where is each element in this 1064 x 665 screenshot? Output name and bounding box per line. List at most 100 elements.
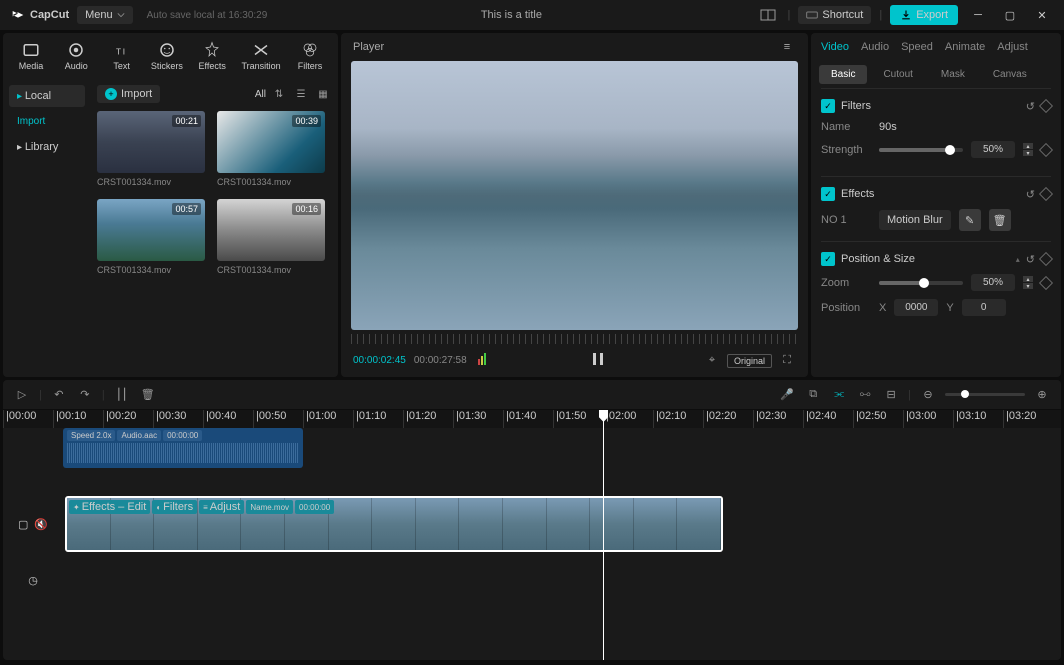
grid-view-icon[interactable]: ▦ <box>314 89 332 100</box>
maximize-button[interactable]: ▢ <box>998 9 1022 22</box>
media-thumb[interactable]: 00:21CRST001334.mov <box>97 111 205 187</box>
tab-transition[interactable]: Transition <box>238 39 285 73</box>
delete-icon[interactable]: 🗑 <box>139 388 157 401</box>
timeline-panel: ▷ | ↶ ↷ | ⎮⎮ 🗑 🎤 ⧉ ⫘ ⧟ ⊟ | ⊖ ⊕ |00:00|00… <box>3 380 1061 660</box>
tab-media[interactable]: Media <box>11 39 51 73</box>
current-time: 00:00:02:45 <box>353 355 406 366</box>
original-button[interactable]: Original <box>727 354 772 368</box>
clip-adjust-badge[interactable]: ≡ Adjust <box>199 500 244 514</box>
tab-stickers[interactable]: Stickers <box>147 39 187 73</box>
x-value[interactable]: 0000 <box>894 299 938 316</box>
subtab-mask[interactable]: Mask <box>929 65 977 84</box>
sidebar-local[interactable]: ▸ Local <box>9 85 85 107</box>
edit-effect-icon[interactable]: ✎ <box>959 209 981 231</box>
keyframe-icon[interactable] <box>1039 142 1053 156</box>
tab-speed[interactable]: Speed <box>901 41 933 53</box>
keyframe-icon[interactable] <box>1039 252 1053 266</box>
minimize-button[interactable]: ─ <box>966 9 990 21</box>
strength-stepper[interactable]: ▴▾ <box>1023 143 1033 156</box>
tab-effects[interactable]: Effects <box>192 39 232 73</box>
reset-icon[interactable]: ↺ <box>1026 253 1035 266</box>
video-clip[interactable]: ✦ Effects – Edit ◐ Filters ≡ Adjust Name… <box>65 496 723 552</box>
player-menu-icon[interactable]: ≡ <box>778 41 796 53</box>
sort-icon[interactable]: ⇅ <box>270 89 288 100</box>
keyframe-icon[interactable] <box>1039 99 1053 113</box>
audio-clip[interactable]: Speed 2.0x Audio.aac 00:00:00 <box>63 428 303 468</box>
media-thumb[interactable]: 00:16CRST001334.mov <box>217 199 325 275</box>
close-button[interactable]: ✕ <box>1030 9 1054 22</box>
timeline-zoom-slider[interactable] <box>945 393 1025 396</box>
subtab-canvas[interactable]: Canvas <box>981 65 1039 84</box>
menu-button[interactable]: Menu <box>77 6 133 24</box>
strength-slider[interactable] <box>879 148 963 152</box>
tab-text[interactable]: TIText <box>102 39 142 73</box>
align-icon[interactable]: ⊟ <box>882 388 900 401</box>
sidebar-import[interactable]: Import <box>9 111 85 132</box>
effects-title: Effects <box>841 188 1020 200</box>
link-icon[interactable]: ⧉ <box>804 388 822 401</box>
player-panel: Player ≡ 00:00:02:45 00:00:27:58 ⌖ Origi… <box>341 33 808 377</box>
pause-button[interactable] <box>589 352 607 369</box>
mic-icon[interactable]: 🎤 <box>778 388 796 401</box>
svg-text:I: I <box>122 48 124 57</box>
tab-animate[interactable]: Animate <box>945 41 985 53</box>
clip-effects-badge[interactable]: ✦ Effects – Edit <box>69 500 150 514</box>
strength-value[interactable]: 50% <box>971 141 1015 158</box>
zoom-in-icon[interactable]: ⊕ <box>1033 388 1051 401</box>
zoom-slider[interactable] <box>879 281 963 285</box>
keyframe-icon[interactable] <box>1039 187 1053 201</box>
list-view-icon[interactable]: ☰ <box>292 89 310 100</box>
magnet-icon[interactable]: ⫘ <box>830 388 848 401</box>
redo-icon[interactable]: ↷ <box>76 388 94 401</box>
shortcut-button[interactable]: Shortcut <box>798 6 871 24</box>
zoom-value[interactable]: 50% <box>971 274 1015 291</box>
tab-video[interactable]: Video <box>821 41 849 53</box>
levels-icon[interactable] <box>475 353 493 368</box>
tab-filters[interactable]: Filters <box>290 39 330 73</box>
position-checkbox[interactable]: ✓ <box>821 252 835 266</box>
delete-effect-icon[interactable]: 🗑 <box>989 209 1011 231</box>
reset-icon[interactable]: ↺ <box>1026 100 1035 113</box>
preview-area[interactable] <box>351 61 798 330</box>
focus-icon[interactable]: ⌖ <box>703 354 721 367</box>
filter-all[interactable]: All <box>255 89 266 100</box>
y-value[interactable]: 0 <box>962 299 1006 316</box>
lock-icon[interactable]: ▢ <box>18 518 28 531</box>
tab-adjust[interactable]: Adjust <box>997 41 1028 53</box>
filters-checkbox[interactable]: ✓ <box>821 99 835 113</box>
waveform <box>67 443 299 463</box>
mute-icon[interactable]: 🔇 <box>34 518 48 531</box>
fullscreen-icon[interactable]: ⛶ <box>778 354 796 367</box>
svg-text:T: T <box>116 48 121 57</box>
playhead[interactable] <box>603 410 604 660</box>
import-button[interactable]: +Import <box>97 85 160 103</box>
export-button[interactable]: Export <box>890 5 958 25</box>
clip-dur-badge: 00:00:00 <box>295 500 334 514</box>
audio-track-head[interactable]: ◷ <box>3 552 63 608</box>
split-icon[interactable]: ⎮⎮ <box>113 388 131 401</box>
tab-audio[interactable]: Audio <box>56 39 96 73</box>
undo-icon[interactable]: ↶ <box>50 388 68 401</box>
project-title[interactable]: This is a title <box>275 9 747 21</box>
effects-checkbox[interactable]: ✓ <box>821 187 835 201</box>
subtab-cutout[interactable]: Cutout <box>871 65 924 84</box>
zoom-out-icon[interactable]: ⊖ <box>919 388 937 401</box>
media-thumb[interactable]: 00:39CRST001334.mov <box>217 111 325 187</box>
tab-audio-props[interactable]: Audio <box>861 41 889 53</box>
chain-icon[interactable]: ⧟ <box>856 388 874 401</box>
keyframe-icon[interactable] <box>1039 275 1053 289</box>
video-track-head[interactable]: ▢🔇 <box>3 496 63 552</box>
filters-title: Filters <box>841 100 1020 112</box>
clock-icon[interactable]: ◷ <box>28 574 38 587</box>
media-thumb[interactable]: 00:57CRST001334.mov <box>97 199 205 275</box>
app-logo: CapCut <box>10 7 69 23</box>
layout-icon[interactable] <box>756 3 780 27</box>
player-ruler[interactable] <box>351 334 798 344</box>
clip-filters-badge[interactable]: ◐ Filters <box>152 500 197 514</box>
zoom-stepper[interactable]: ▴▾ <box>1023 276 1033 289</box>
select-tool-icon[interactable]: ▷ <box>13 388 31 401</box>
sidebar-library[interactable]: ▸ Library <box>9 136 85 158</box>
reset-icon[interactable]: ↺ <box>1026 188 1035 201</box>
subtab-basic[interactable]: Basic <box>819 65 867 84</box>
timeline-ruler[interactable]: |00:00|00:10|00:20|00:30|00:40|00:50|01:… <box>3 410 1061 428</box>
